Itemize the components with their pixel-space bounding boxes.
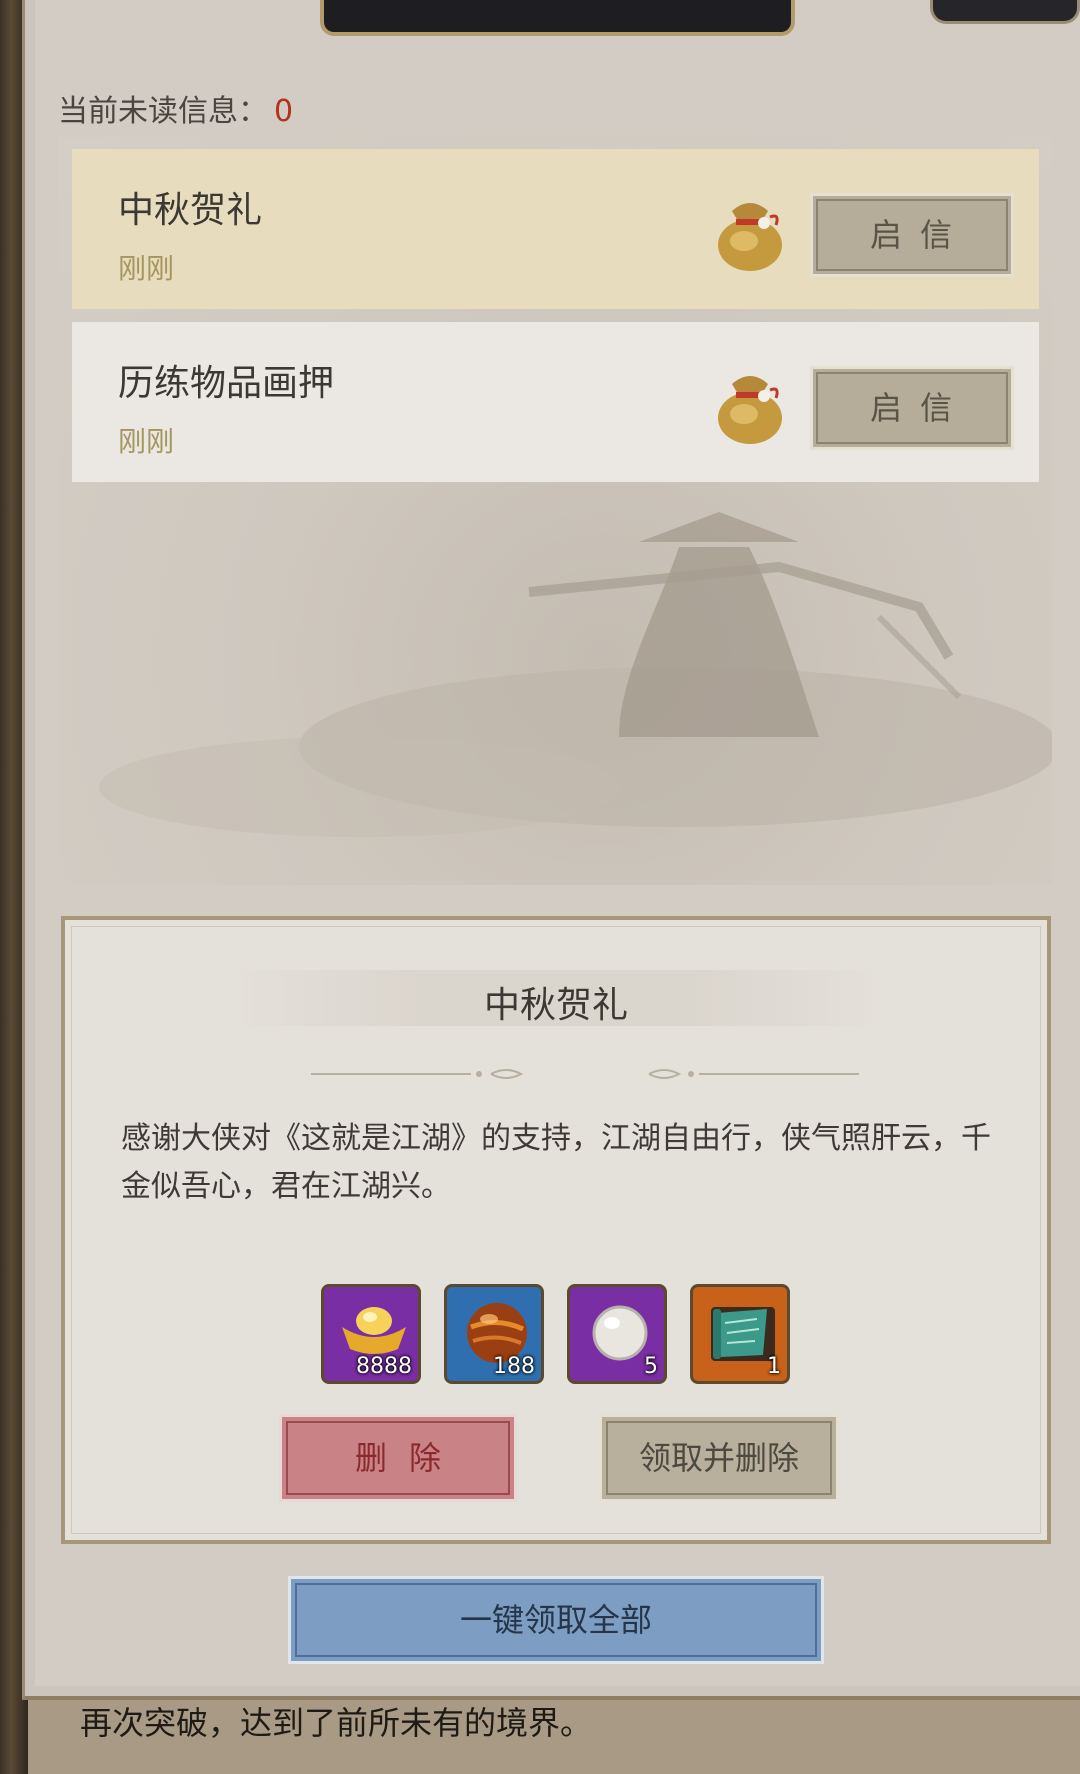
open-mail-button[interactable]: 启信 — [810, 366, 1014, 450]
unread-count-label: 当前未读信息： 0 — [58, 86, 293, 130]
reward-count: 188 — [493, 1354, 535, 1379]
mail-row-0[interactable]: 中秋贺礼 刚刚 启信 — [72, 149, 1039, 309]
reward-item-orb[interactable]: 188 — [444, 1284, 544, 1384]
delete-button[interactable]: 删除 — [279, 1414, 517, 1502]
unread-count-value: 0 — [274, 94, 294, 129]
close-button[interactable] — [930, 0, 1080, 24]
reward-item-scroll[interactable]: 1 — [690, 1284, 790, 1384]
mail-list[interactable]: 中秋贺礼 刚刚 启信 历练物品画押 刚刚 启信 — [59, 137, 1052, 885]
reward-count: 1 — [767, 1354, 781, 1379]
reward-count: 5 — [644, 1354, 658, 1379]
mail-detail-panel: 中秋贺礼 感谢大侠对《这就是江湖》的支持，江湖自由行，侠气照肝云，千金似吾心，君… — [61, 916, 1051, 1544]
right-ornament-icon — [648, 1069, 859, 1079]
gold-ingot-icon — [342, 1307, 406, 1354]
mail-time: 刚刚 — [118, 425, 175, 458]
detail-title: 中秋贺礼 — [483, 985, 628, 1026]
mail-title: 中秋贺礼 — [118, 190, 263, 231]
reward-item-gold[interactable]: 8888 — [321, 1284, 421, 1384]
mail-row-1[interactable]: 历练物品画押 刚刚 启信 — [72, 322, 1039, 482]
panel-title-plate — [320, 0, 795, 36]
open-mail-button[interactable]: 启信 — [810, 193, 1014, 277]
take-and-delete-button[interactable]: 领取并删除 — [599, 1414, 839, 1502]
background-text: 再次突破，达到了前所未有的境界。 — [80, 1704, 593, 1742]
gift-bag-icon — [718, 376, 782, 444]
reward-item-pearl[interactable]: 5 — [567, 1284, 667, 1384]
unread-label-text: 当前未读信息： — [58, 94, 268, 129]
reward-count: 8888 — [356, 1354, 412, 1379]
mail-time: 刚刚 — [118, 252, 175, 285]
left-ornament-icon — [311, 1069, 524, 1079]
gift-bag-icon — [718, 203, 782, 271]
detail-body-text: 感谢大侠对《这就是江湖》的支持，江湖自由行，侠气照肝云，千金似吾心，君在江湖兴。 — [121, 1121, 991, 1204]
mail-title: 历练物品画押 — [118, 363, 335, 404]
reward-list: 8888 188 5 1 — [321, 1284, 801, 1384]
claim-all-button[interactable]: 一键领取全部 — [288, 1576, 824, 1664]
